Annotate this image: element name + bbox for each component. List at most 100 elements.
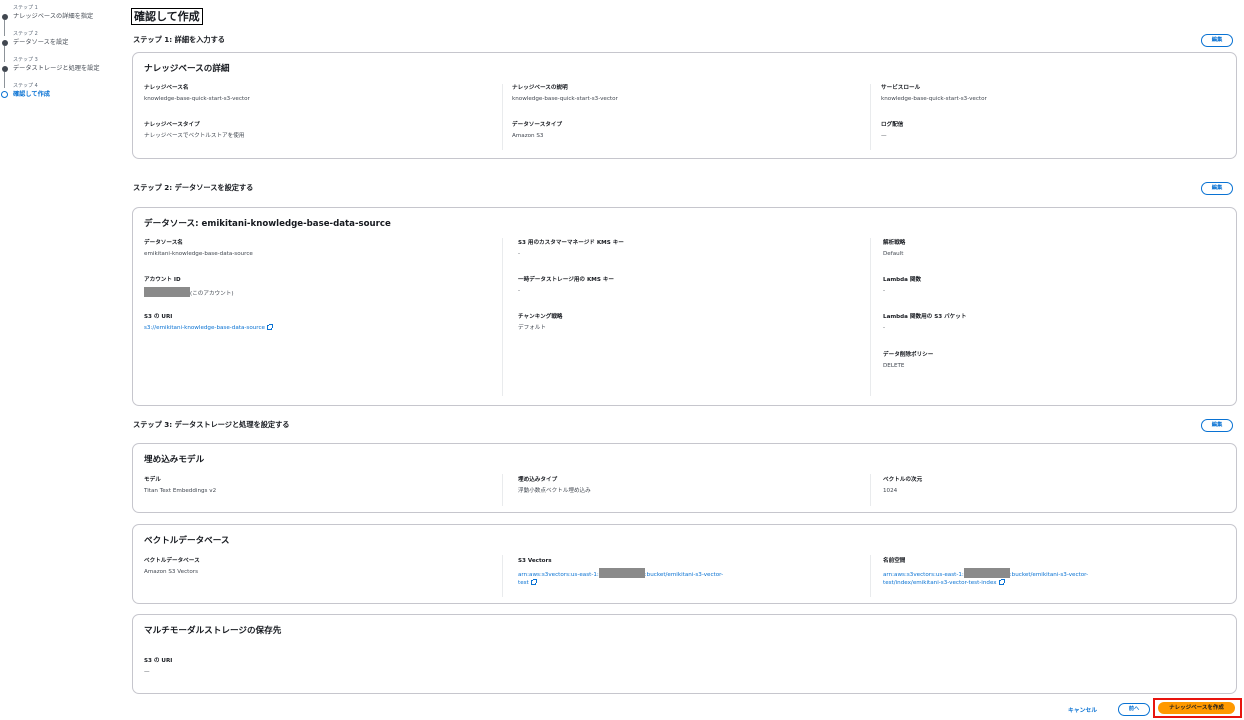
step-2-number: ステップ 2 [13, 31, 38, 37]
embedding-model-card: 埋め込みモデル モデル Titan Text Embeddings v2 埋め込… [132, 443, 1237, 513]
previous-button[interactable]: 前へ [1118, 703, 1150, 716]
field-label: Lambda 関数 [883, 277, 922, 283]
arn-suffix: test [518, 580, 529, 586]
step-4-current: ステップ 4 確認して作成 [0, 82, 125, 108]
page-title: 確認して作成 [131, 8, 203, 25]
cancel-button[interactable]: キャンセル [1068, 705, 1097, 714]
vector-dimension-field: ベクトルの次元 1024 [883, 476, 922, 495]
column-divider [870, 555, 871, 597]
field-value: デフォルト [518, 325, 546, 331]
lambda-function-field: Lambda 関数 - [883, 276, 921, 295]
field-label: 一時データストレージ用の KMS キー [518, 277, 615, 283]
step-4-label: 確認して作成 [13, 91, 50, 98]
field-value: Amazon S3 Vectors [144, 569, 199, 575]
step-3-edit-button[interactable]: 編集 [1201, 419, 1233, 432]
card-title: データソース: emikitani-knowledge-base-data-so… [144, 219, 391, 229]
model-field: モデル Titan Text Embeddings v2 [144, 476, 216, 495]
multimodal-storage-card: マルチモーダルストレージの保存先 S3 の URI — [132, 614, 1237, 694]
knowledge-base-details-card: ナレッジベースの詳細 ナレッジベース名 knowledge-base-quick… [132, 52, 1237, 159]
field-label: 解析戦略 [883, 240, 906, 246]
account-suffix: (このアカウント) [190, 291, 234, 297]
s3-vectors-field: S3 Vectors arn:aws:s3vectors:us-east-1::… [518, 557, 723, 587]
kb-type-field: ナレッジベースタイプ ナレッジベースでベクトルストアを使用 [144, 121, 244, 140]
step-4-indicator-icon [1, 91, 8, 98]
field-label: サービスロール [881, 85, 921, 91]
step-2-edit-button[interactable]: 編集 [1201, 182, 1233, 195]
field-value: knowledge-base-quick-start-s3-vector [512, 96, 618, 102]
step-1-label: ナレッジベースの詳細を指定 [13, 13, 94, 20]
step-2-link[interactable]: ステップ 2 データソースを設定 [0, 30, 125, 62]
field-label: ベクトルの次元 [883, 477, 923, 483]
step-4-number: ステップ 4 [13, 83, 38, 89]
data-deletion-policy-field: データ削除ポリシー DELETE [883, 351, 933, 370]
arn-suffix: test/index/emikitani-s3-vector-test-inde… [883, 580, 997, 586]
card-title: 埋め込みモデル [144, 455, 205, 465]
card-title: マルチモーダルストレージの保存先 [144, 626, 282, 636]
field-value: ナレッジベースでベクトルストアを使用 [144, 133, 245, 139]
external-link-icon [530, 579, 537, 585]
field-label: データソース名 [144, 240, 183, 246]
field-label: アカウント ID [144, 277, 181, 283]
column-divider [870, 474, 871, 506]
field-value: - [518, 251, 521, 257]
column-divider [870, 84, 871, 150]
step-2-heading: ステップ 2: データソースを設定する [133, 183, 254, 192]
data-source-name-field: データソース名 emikitani-knowledge-base-data-so… [144, 239, 253, 258]
step-3-indicator-icon [2, 66, 8, 72]
field-value: — [144, 669, 150, 675]
field-value: Default [883, 251, 904, 257]
step-2-label: データソースを設定 [13, 39, 69, 46]
field-label: データソースタイプ [512, 122, 563, 128]
step-1-edit-button[interactable]: 編集 [1201, 34, 1233, 47]
field-value: - [518, 288, 521, 294]
s3-vectors-arn-link[interactable]: arn:aws:s3vectors:us-east-1: :bucket/emik… [518, 568, 723, 587]
step-1-indicator-icon [2, 14, 8, 20]
field-label: ログ配信 [881, 122, 904, 128]
field-label: モデル [144, 477, 161, 483]
vector-database-card: ベクトルデータベース ベクトルデータベース Amazon S3 Vectors … [132, 524, 1237, 604]
create-button-highlight: ナレッジベースを作成 [1153, 698, 1242, 718]
s3-uri-field: S3 の URI s3://emikitani-knowledge-base-d… [144, 313, 273, 332]
column-divider [870, 238, 871, 396]
chunking-strategy-field: チャンキング戦略 デフォルト [518, 313, 563, 332]
arn-prefix: arn:aws:s3vectors:us-east-1: [518, 572, 599, 578]
service-role-field: サービスロール knowledge-base-quick-start-s3-ve… [881, 84, 987, 103]
redacted-account-id [598, 568, 645, 578]
step-3-link[interactable]: ステップ 3 データストレージと処理を設定 [0, 56, 125, 88]
field-value: knowledge-base-quick-start-s3-vector [144, 96, 250, 102]
kb-description-field: ナレッジベースの説明 knowledge-base-quick-start-s3… [512, 84, 618, 103]
field-label: S3 Vectors [518, 558, 552, 564]
field-label: チャンキング戦略 [518, 314, 563, 320]
step-3-label: データストレージと処理を設定 [13, 65, 100, 72]
field-label: 名前空間 [883, 558, 906, 564]
field-value: Titan Text Embeddings v2 [144, 488, 217, 494]
field-value: — [881, 133, 887, 139]
step-1-heading: ステップ 1: 詳細を入力する [133, 35, 225, 44]
field-label: Lambda 関数用の S3 バケット [883, 314, 967, 320]
column-divider [502, 238, 503, 396]
account-id-field: アカウント ID (このアカウント) [144, 276, 234, 298]
field-label: ナレッジベースタイプ [144, 122, 200, 128]
wizard-steps-nav: ステップ 1 ナレッジベースの詳細を指定 ステップ 2 データソースを設定 ステ… [0, 4, 125, 108]
namespace-field: 名前空間 arn:aws:s3vectors:us-east-1::bucket… [883, 557, 1088, 587]
s3-uri-link[interactable]: s3://emikitani-knowledge-base-data-sourc… [144, 324, 273, 332]
step-2-indicator-icon [2, 40, 8, 46]
log-delivery-field: ログ配信 — [881, 121, 903, 140]
arn-bucket: :bucket/emikitani-s3-vector- [644, 572, 724, 578]
field-label: S3 の URI [144, 658, 173, 664]
namespace-arn-link[interactable]: arn:aws:s3vectors:us-east-1::bucket/emik… [883, 568, 1088, 587]
create-knowledge-base-button[interactable]: ナレッジベースを作成 [1158, 702, 1235, 714]
step-3-heading: ステップ 3: データストレージと処理を設定する [133, 420, 290, 429]
field-value: knowledge-base-quick-start-s3-vector [881, 96, 987, 102]
arn-prefix: arn:aws:s3vectors:us-east-1: [883, 572, 964, 578]
field-value: emikitani-knowledge-base-data-source [144, 251, 253, 257]
step-1-link[interactable]: ステップ 1 ナレッジベースの詳細を指定 [0, 4, 125, 36]
redacted-account-id [144, 287, 190, 297]
field-label: 埋め込みタイプ [518, 477, 558, 483]
field-value: - [883, 325, 886, 331]
embedding-type-field: 埋め込みタイプ 浮動小数点ベクトル埋め込み [518, 476, 591, 495]
temp-kms-key-field: 一時データストレージ用の KMS キー - [518, 276, 614, 295]
column-divider [502, 555, 503, 597]
vector-database-field: ベクトルデータベース Amazon S3 Vectors [144, 557, 200, 576]
field-value: 1024 [883, 488, 898, 494]
